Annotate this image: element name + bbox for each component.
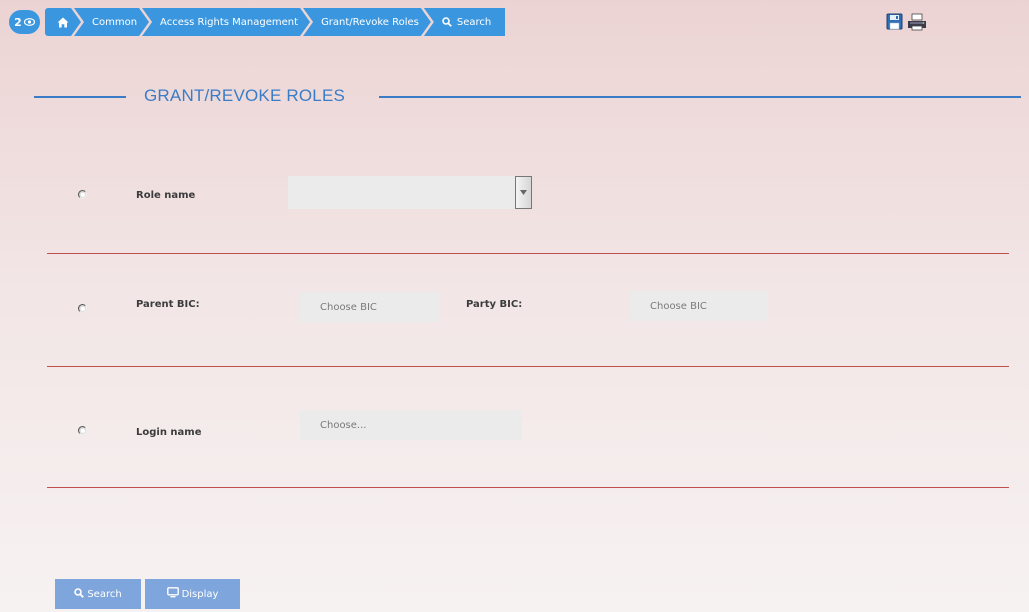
party-bic-field[interactable]: Choose BIC — [630, 291, 768, 321]
display-button[interactable]: Display — [145, 579, 240, 609]
breadcrumb-common[interactable]: Common — [74, 8, 149, 36]
breadcrumb-label: Common — [92, 16, 138, 28]
role-name-select[interactable] — [288, 176, 532, 209]
chevron-down-icon[interactable] — [515, 176, 532, 209]
open-screens-counter[interactable]: 2 — [9, 10, 40, 34]
role-name-radio[interactable] — [78, 190, 87, 199]
login-name-placeholder: Choose... — [320, 419, 367, 431]
parent-bic-label: Parent BIC: — [136, 299, 200, 310]
party-bic-label: Party BIC: — [466, 299, 523, 310]
login-name-radio[interactable] — [78, 426, 87, 435]
parent-bic-placeholder: Choose BIC — [320, 301, 377, 313]
search-icon — [74, 587, 85, 601]
monitor-icon — [166, 587, 179, 601]
search-button-label: Search — [87, 588, 122, 600]
toolbar-tools — [886, 13, 927, 35]
breadcrumb-home[interactable] — [45, 8, 81, 36]
display-button-label: Display — [181, 588, 219, 600]
section-divider — [47, 253, 1009, 254]
eye-icon — [23, 16, 35, 29]
counter-value: 2 — [14, 15, 22, 29]
party-bic-placeholder: Choose BIC — [650, 300, 707, 312]
breadcrumb-grant-revoke-roles[interactable]: Grant/Revoke Roles — [303, 8, 431, 36]
breadcrumb: 2 Common Access Rights Management Grant/… — [9, 8, 506, 36]
bic-radio[interactable] — [78, 304, 87, 313]
print-icon[interactable] — [907, 13, 927, 35]
login-name-field[interactable]: Choose... — [300, 410, 522, 440]
breadcrumb-label: Search — [456, 16, 492, 28]
page-title: GRANT/REVOKE ROLES — [144, 86, 346, 105]
parent-bic-field[interactable]: Choose BIC — [300, 292, 440, 322]
title-rule-left — [34, 96, 126, 98]
search-icon — [442, 17, 452, 27]
home-icon — [57, 17, 69, 28]
section-divider — [47, 487, 1009, 488]
breadcrumb-access-rights-management[interactable]: Access Rights Management — [142, 8, 310, 36]
title-rule-right — [379, 96, 1021, 98]
section-divider — [47, 366, 1009, 367]
save-icon[interactable] — [886, 13, 903, 35]
breadcrumb-search[interactable]: Search — [423, 8, 506, 36]
breadcrumb-label: Grant/Revoke Roles — [321, 16, 419, 28]
login-name-label: Login name — [136, 427, 202, 438]
role-name-label: Role name — [136, 190, 196, 201]
breadcrumb-label: Access Rights Management — [160, 16, 299, 28]
search-button[interactable]: Search — [55, 579, 141, 609]
